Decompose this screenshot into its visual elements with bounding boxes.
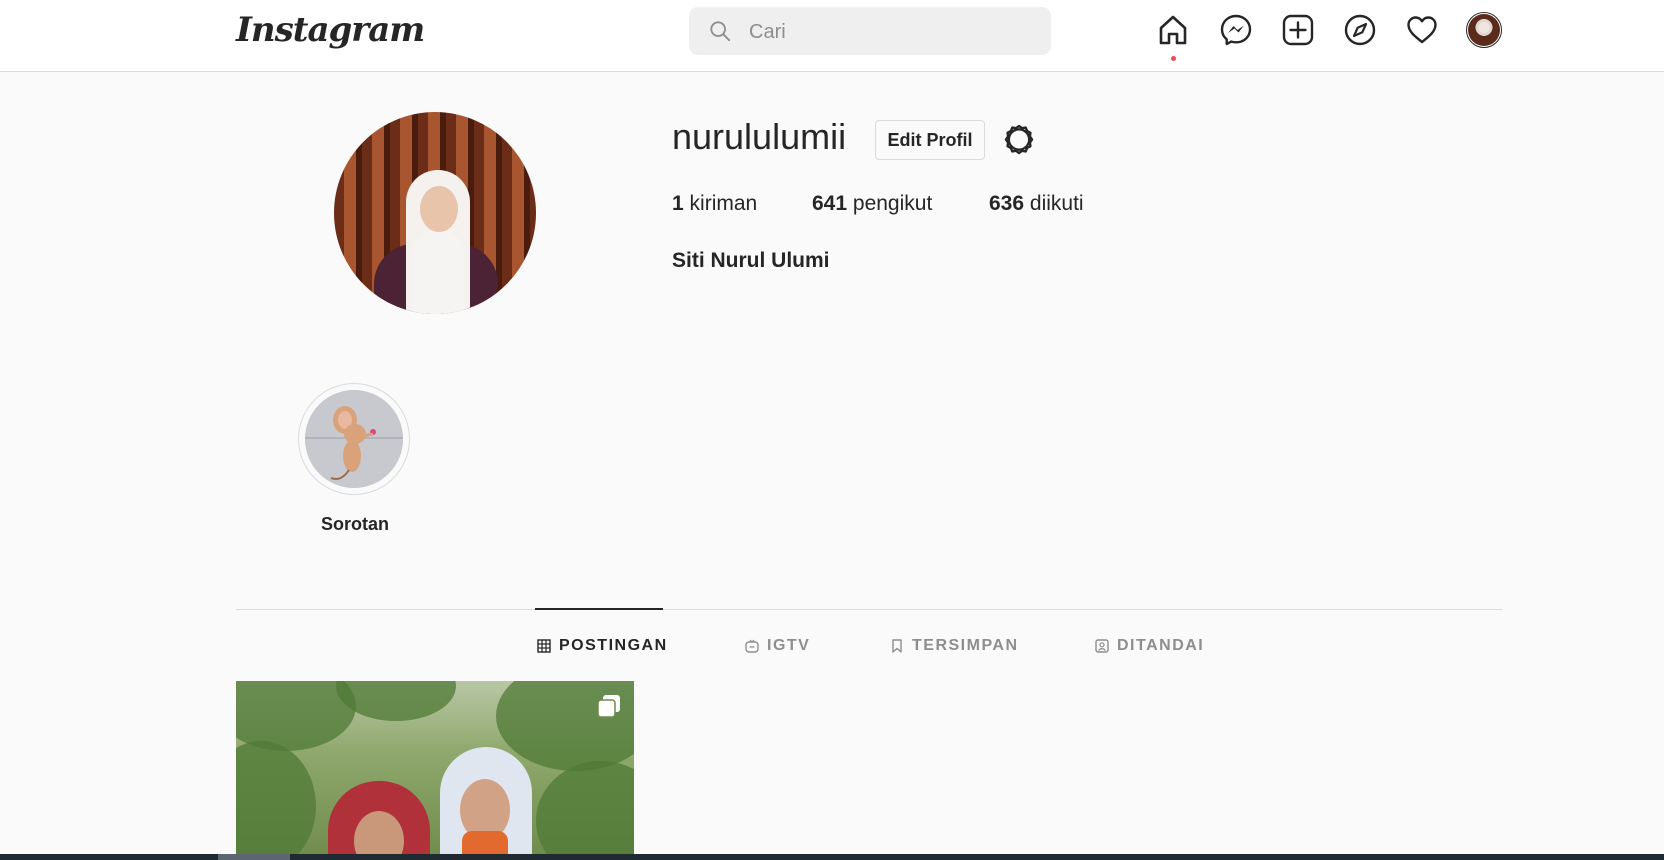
settings-gear-icon[interactable]: [1001, 122, 1037, 158]
new-post-icon[interactable]: [1281, 13, 1315, 47]
profile-username: nurululumii: [672, 116, 847, 157]
tab-divider: [236, 609, 1502, 610]
mouse-cartoon-illustration: [305, 390, 403, 488]
carousel-multiple-icon: [597, 695, 620, 718]
following-count: 636: [989, 192, 1025, 215]
posts-label: kiriman: [689, 192, 758, 215]
tab-label: DITANDAI: [1117, 637, 1205, 654]
posts-count: 1: [672, 192, 684, 215]
active-tab-indicator: [535, 608, 663, 610]
highlight-cover-image: [305, 390, 403, 488]
bottom-scrollbar[interactable]: [0, 854, 1664, 860]
search-box[interactable]: [689, 7, 1051, 55]
tab-igtv[interactable]: IGTV: [745, 635, 810, 657]
profile-picture[interactable]: [334, 112, 536, 314]
following-label: diikuti: [1029, 192, 1084, 215]
avatar-image: [1468, 14, 1500, 46]
top-navigation-bar: Instagram: [0, 0, 1664, 72]
instagram-logo[interactable]: Instagram: [236, 10, 425, 50]
messenger-icon[interactable]: [1219, 13, 1253, 47]
stat-followers[interactable]: 641 pengikut: [812, 192, 932, 216]
tagged-icon: [1095, 639, 1109, 653]
profile-full-name: Siti Nurul Ulumi: [672, 249, 830, 272]
bookmark-icon: [892, 639, 902, 653]
story-highlight[interactable]: [298, 383, 410, 495]
highlight-label[interactable]: Sorotan: [298, 514, 412, 535]
igtv-icon: [745, 639, 759, 653]
profile-picture-face: [420, 186, 458, 232]
tab-ditandai[interactable]: DITANDAI: [1095, 635, 1204, 657]
tab-postingan[interactable]: POSTINGAN: [537, 635, 668, 657]
home-icon[interactable]: [1156, 13, 1190, 47]
tab-label: POSTINGAN: [559, 637, 668, 654]
profile-picture-scarf: [412, 230, 464, 314]
tab-label: IGTV: [767, 637, 811, 654]
foliage: [536, 761, 634, 860]
search-icon: [710, 21, 731, 42]
search-input[interactable]: [747, 17, 1031, 47]
home-notification-dot: [1171, 56, 1176, 61]
post-thumbnail[interactable]: [236, 681, 634, 860]
followers-label: pengikut: [852, 192, 933, 215]
followers-count: 641: [812, 192, 848, 215]
stat-following[interactable]: 636 diikuti: [989, 192, 1084, 216]
tab-tersimpan[interactable]: TERSIMPAN: [890, 635, 1019, 657]
edit-profile-button[interactable]: Edit Profil: [875, 120, 985, 160]
activity-heart-icon[interactable]: [1405, 13, 1439, 47]
explore-icon[interactable]: [1343, 13, 1377, 47]
scrollbar-thumb[interactable]: [218, 854, 290, 860]
tab-label: TERSIMPAN: [912, 637, 1019, 654]
stat-posts: 1 kiriman: [672, 192, 757, 216]
profile-avatar[interactable]: [1466, 12, 1502, 48]
foliage: [236, 741, 316, 860]
grid-icon: [537, 639, 551, 653]
